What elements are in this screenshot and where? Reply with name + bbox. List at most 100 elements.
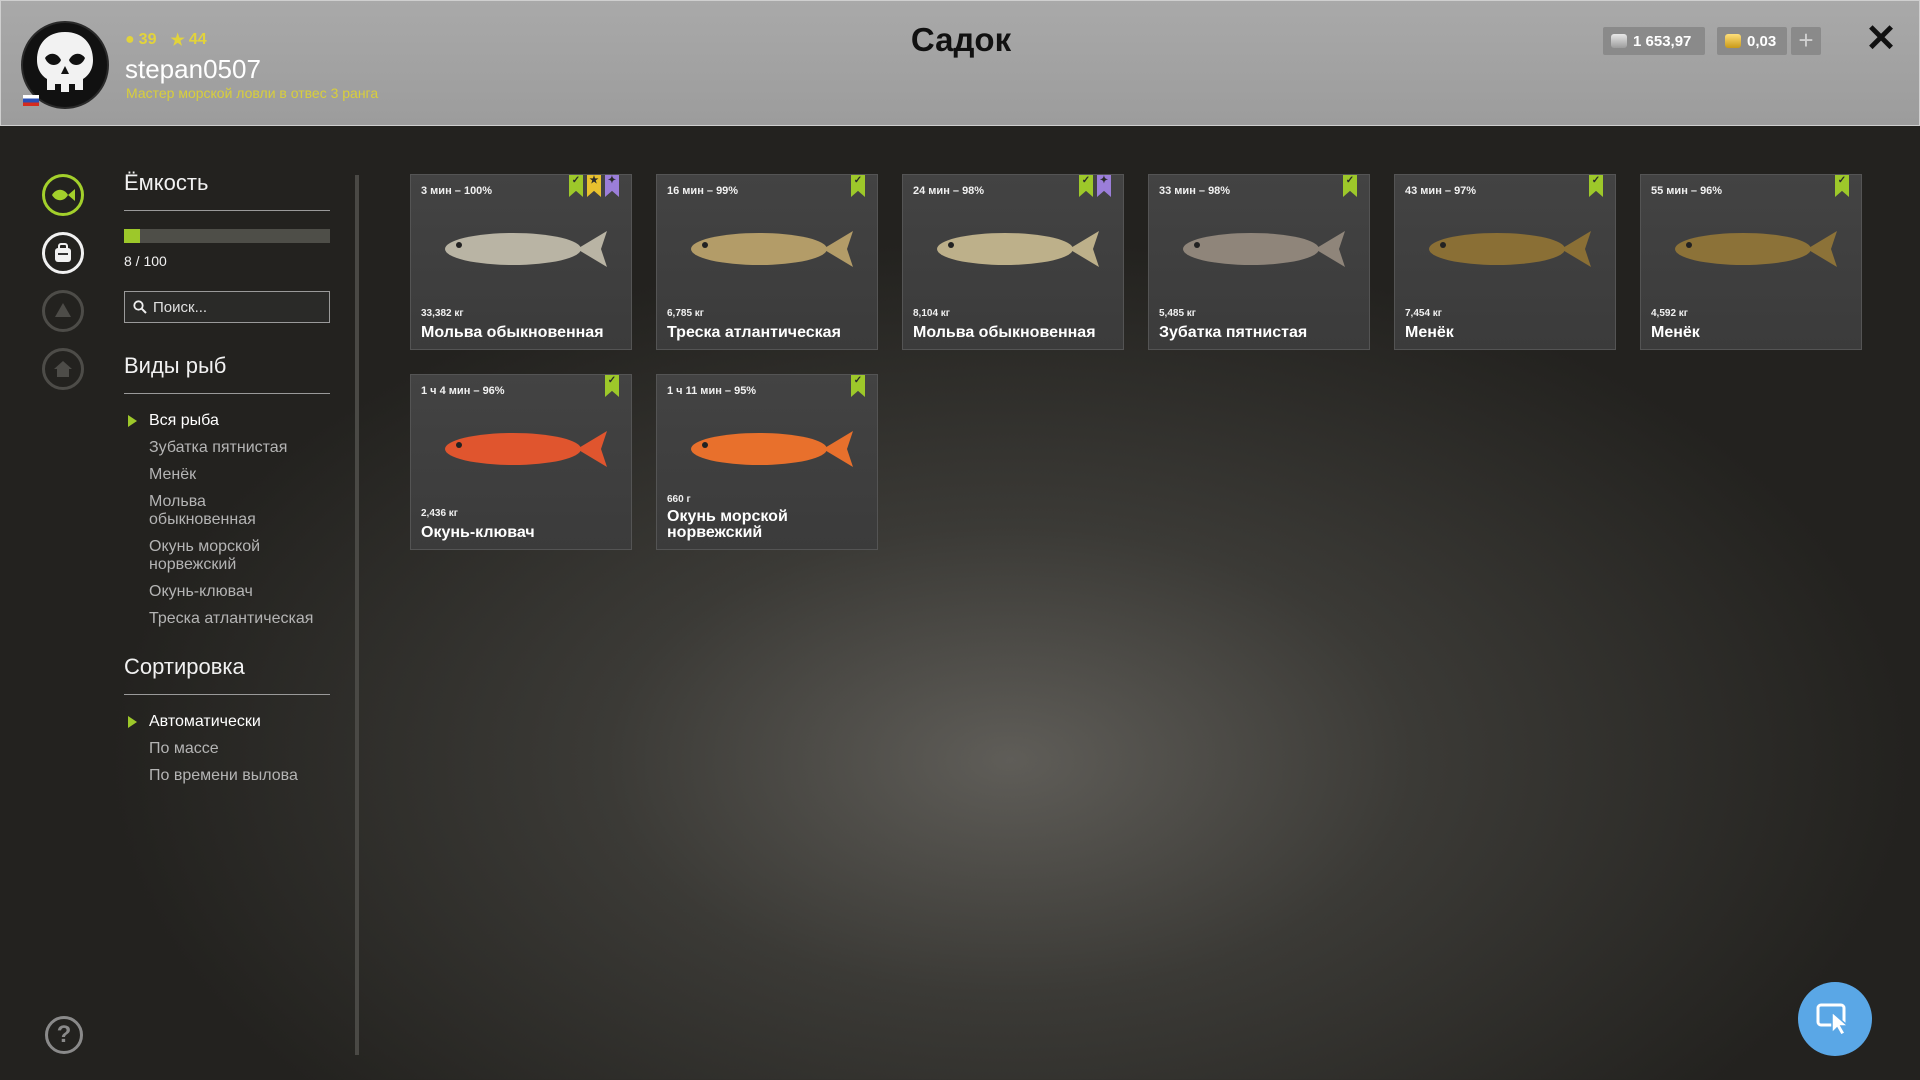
species-item[interactable]: Треска атлантическая — [124, 610, 330, 628]
species-item[interactable]: Зубатка пятнистая — [124, 439, 330, 457]
bag-icon — [55, 243, 71, 262]
cursor-mode-button[interactable] — [1798, 982, 1872, 1056]
sort-item[interactable]: Автоматически — [124, 713, 330, 731]
fish-weight: 4,592 кг — [1651, 308, 1688, 319]
badge-group: ✓ — [851, 175, 865, 197]
fish-card[interactable]: 24 мин – 98% ✓ ✦ 8,104 кг Мольва обыкнове… — [902, 174, 1124, 350]
fish-image — [1429, 231, 1591, 267]
gold-balance: 0,03 — [1717, 27, 1787, 55]
badge-group: ✓ ★ ✦ — [569, 175, 619, 197]
green-bookmark-icon: ✓ — [569, 175, 583, 197]
filter-sidebar: Ёмкость 8 / 100 Виды рыб Вся рыба Зубатк… — [124, 170, 330, 794]
catch-time: 1 ч 11 мин – 95% — [667, 385, 757, 397]
fish-image — [1675, 231, 1837, 267]
fish-name: Менёк — [1651, 324, 1700, 341]
fish-icon — [52, 189, 75, 201]
fish-card[interactable]: 16 мин – 99% ✓ 6,785 кг Треска атлантиче… — [656, 174, 878, 350]
badge-group: ✓ — [851, 375, 865, 397]
fish-card[interactable]: 1 ч 4 мин – 96% ✓ 2,436 кг Окунь-клювач — [410, 374, 632, 550]
fish-card[interactable]: 55 мин – 96% ✓ 4,592 кг Менёк — [1640, 174, 1862, 350]
fish-weight: 7,454 кг — [1405, 308, 1442, 319]
fish-weight: 33,382 кг — [421, 308, 464, 319]
sidebar-divider — [355, 175, 359, 1055]
fish-weight: 660 г — [667, 494, 691, 505]
fish-name: Зубатка пятнистая — [1159, 324, 1308, 341]
species-item[interactable]: Окунь морской норвежский — [124, 538, 274, 574]
green-bookmark-icon: ✓ — [1835, 175, 1849, 197]
sort-list: Автоматически По массе По времени вылова — [124, 713, 330, 785]
fish-card[interactable]: 3 мин – 100% ✓ ★ ✦ 33,382 кг Мольва обыкно… — [410, 174, 632, 350]
purple-bookmark-icon: ✦ — [1097, 175, 1111, 197]
sort-item[interactable]: По массе — [124, 740, 330, 758]
catch-time: 43 мин – 97% — [1405, 185, 1477, 197]
purple-bookmark-icon: ✦ — [605, 175, 619, 197]
fish-name: Мольва обыкновенная — [913, 324, 1096, 341]
badge-group: ✓ ✦ — [1079, 175, 1111, 197]
cursor-icon — [1816, 1003, 1850, 1036]
fish-image — [1183, 231, 1345, 267]
catch-time: 24 мин – 98% — [913, 185, 985, 197]
species-item[interactable]: Менёк — [124, 466, 330, 484]
fish-image — [691, 231, 853, 267]
fish-weight: 5,485 кг — [1159, 308, 1196, 319]
fish-name: Мольва обыкновенная — [421, 324, 604, 341]
arrow-up-icon — [55, 303, 71, 317]
search-input[interactable] — [153, 298, 323, 316]
keepnet-fish-icon[interactable] — [42, 174, 84, 216]
silver-value: 1 653,97 — [1633, 32, 1692, 50]
yellow-bookmark-icon: ★ — [587, 175, 601, 197]
species-item[interactable]: Мольва обыкновенная — [124, 493, 274, 529]
catch-time: 55 мин – 96% — [1651, 185, 1723, 197]
catch-time: 1 ч 4 мин – 96% — [421, 385, 505, 397]
fish-image — [445, 231, 607, 267]
gold-coin-icon — [1725, 34, 1741, 48]
badge-group: ✓ — [1835, 175, 1849, 197]
fish-name: Окунь морской норвежский — [667, 508, 788, 541]
silver-balance: 1 653,97 — [1603, 27, 1705, 55]
search-icon — [133, 300, 147, 314]
species-item[interactable]: Окунь-клювач — [124, 583, 330, 601]
fish-image — [445, 431, 607, 467]
green-bookmark-icon: ✓ — [1589, 175, 1603, 197]
fish-image — [691, 431, 853, 467]
rank-text: Мастер морской ловли в отвес 3 ранга — [126, 85, 379, 101]
boat-icon[interactable] — [42, 290, 84, 332]
green-bookmark-icon: ✓ — [605, 375, 619, 397]
fish-weight: 8,104 кг — [913, 308, 950, 319]
fish-name: Окунь-клювач — [421, 524, 535, 541]
green-bookmark-icon: ✓ — [851, 375, 865, 397]
add-currency-button[interactable]: + — [1791, 27, 1821, 55]
house-icon — [54, 361, 72, 377]
capacity-bar-fill — [124, 229, 141, 243]
home-icon[interactable] — [42, 348, 84, 390]
backpack-icon[interactable] — [42, 232, 84, 274]
species-item[interactable]: Вся рыба — [124, 412, 330, 430]
fish-card[interactable]: 33 мин – 98% ✓ 5,485 кг Зубатка пятниста… — [1148, 174, 1370, 350]
sort-title: Сортировка — [124, 654, 330, 695]
badge-group: ✓ — [1589, 175, 1603, 197]
green-bookmark-icon: ✓ — [1079, 175, 1093, 197]
fish-card[interactable]: 1 ч 11 мин – 95% ✓ 660 г Окунь морской н… — [656, 374, 878, 550]
catch-time: 33 мин – 98% — [1159, 185, 1231, 197]
close-button[interactable]: ✕ — [1863, 20, 1899, 58]
fish-card[interactable]: 43 мин – 97% ✓ 7,454 кг Менёк — [1394, 174, 1616, 350]
search-box[interactable] — [124, 291, 330, 323]
sort-item[interactable]: По времени вылова — [124, 767, 330, 785]
fish-name: Треска атлантическая — [667, 324, 841, 341]
fish-name: Менёк — [1405, 324, 1454, 341]
species-list: Вся рыба Зубатка пятнистая Менёк Мольва … — [124, 412, 330, 628]
help-icon[interactable]: ? — [45, 1016, 83, 1054]
green-bookmark-icon: ✓ — [851, 175, 865, 197]
badge-group: ✓ — [605, 375, 619, 397]
silver-coin-icon — [1611, 34, 1627, 48]
species-title: Виды рыб — [124, 353, 330, 394]
catch-time: 3 мин – 100% — [421, 185, 493, 197]
fish-weight: 2,436 кг — [421, 508, 458, 519]
badge-group: ✓ — [1343, 175, 1357, 197]
capacity-text: 8 / 100 — [124, 253, 167, 269]
top-header: ● 39 ★ 44 stepan0507 Мастер морской ловл… — [0, 0, 1920, 126]
green-bookmark-icon: ✓ — [1343, 175, 1357, 197]
gold-value: 0,03 — [1747, 32, 1777, 50]
capacity-bar — [124, 229, 330, 243]
catch-time: 16 мин – 99% — [667, 185, 739, 197]
